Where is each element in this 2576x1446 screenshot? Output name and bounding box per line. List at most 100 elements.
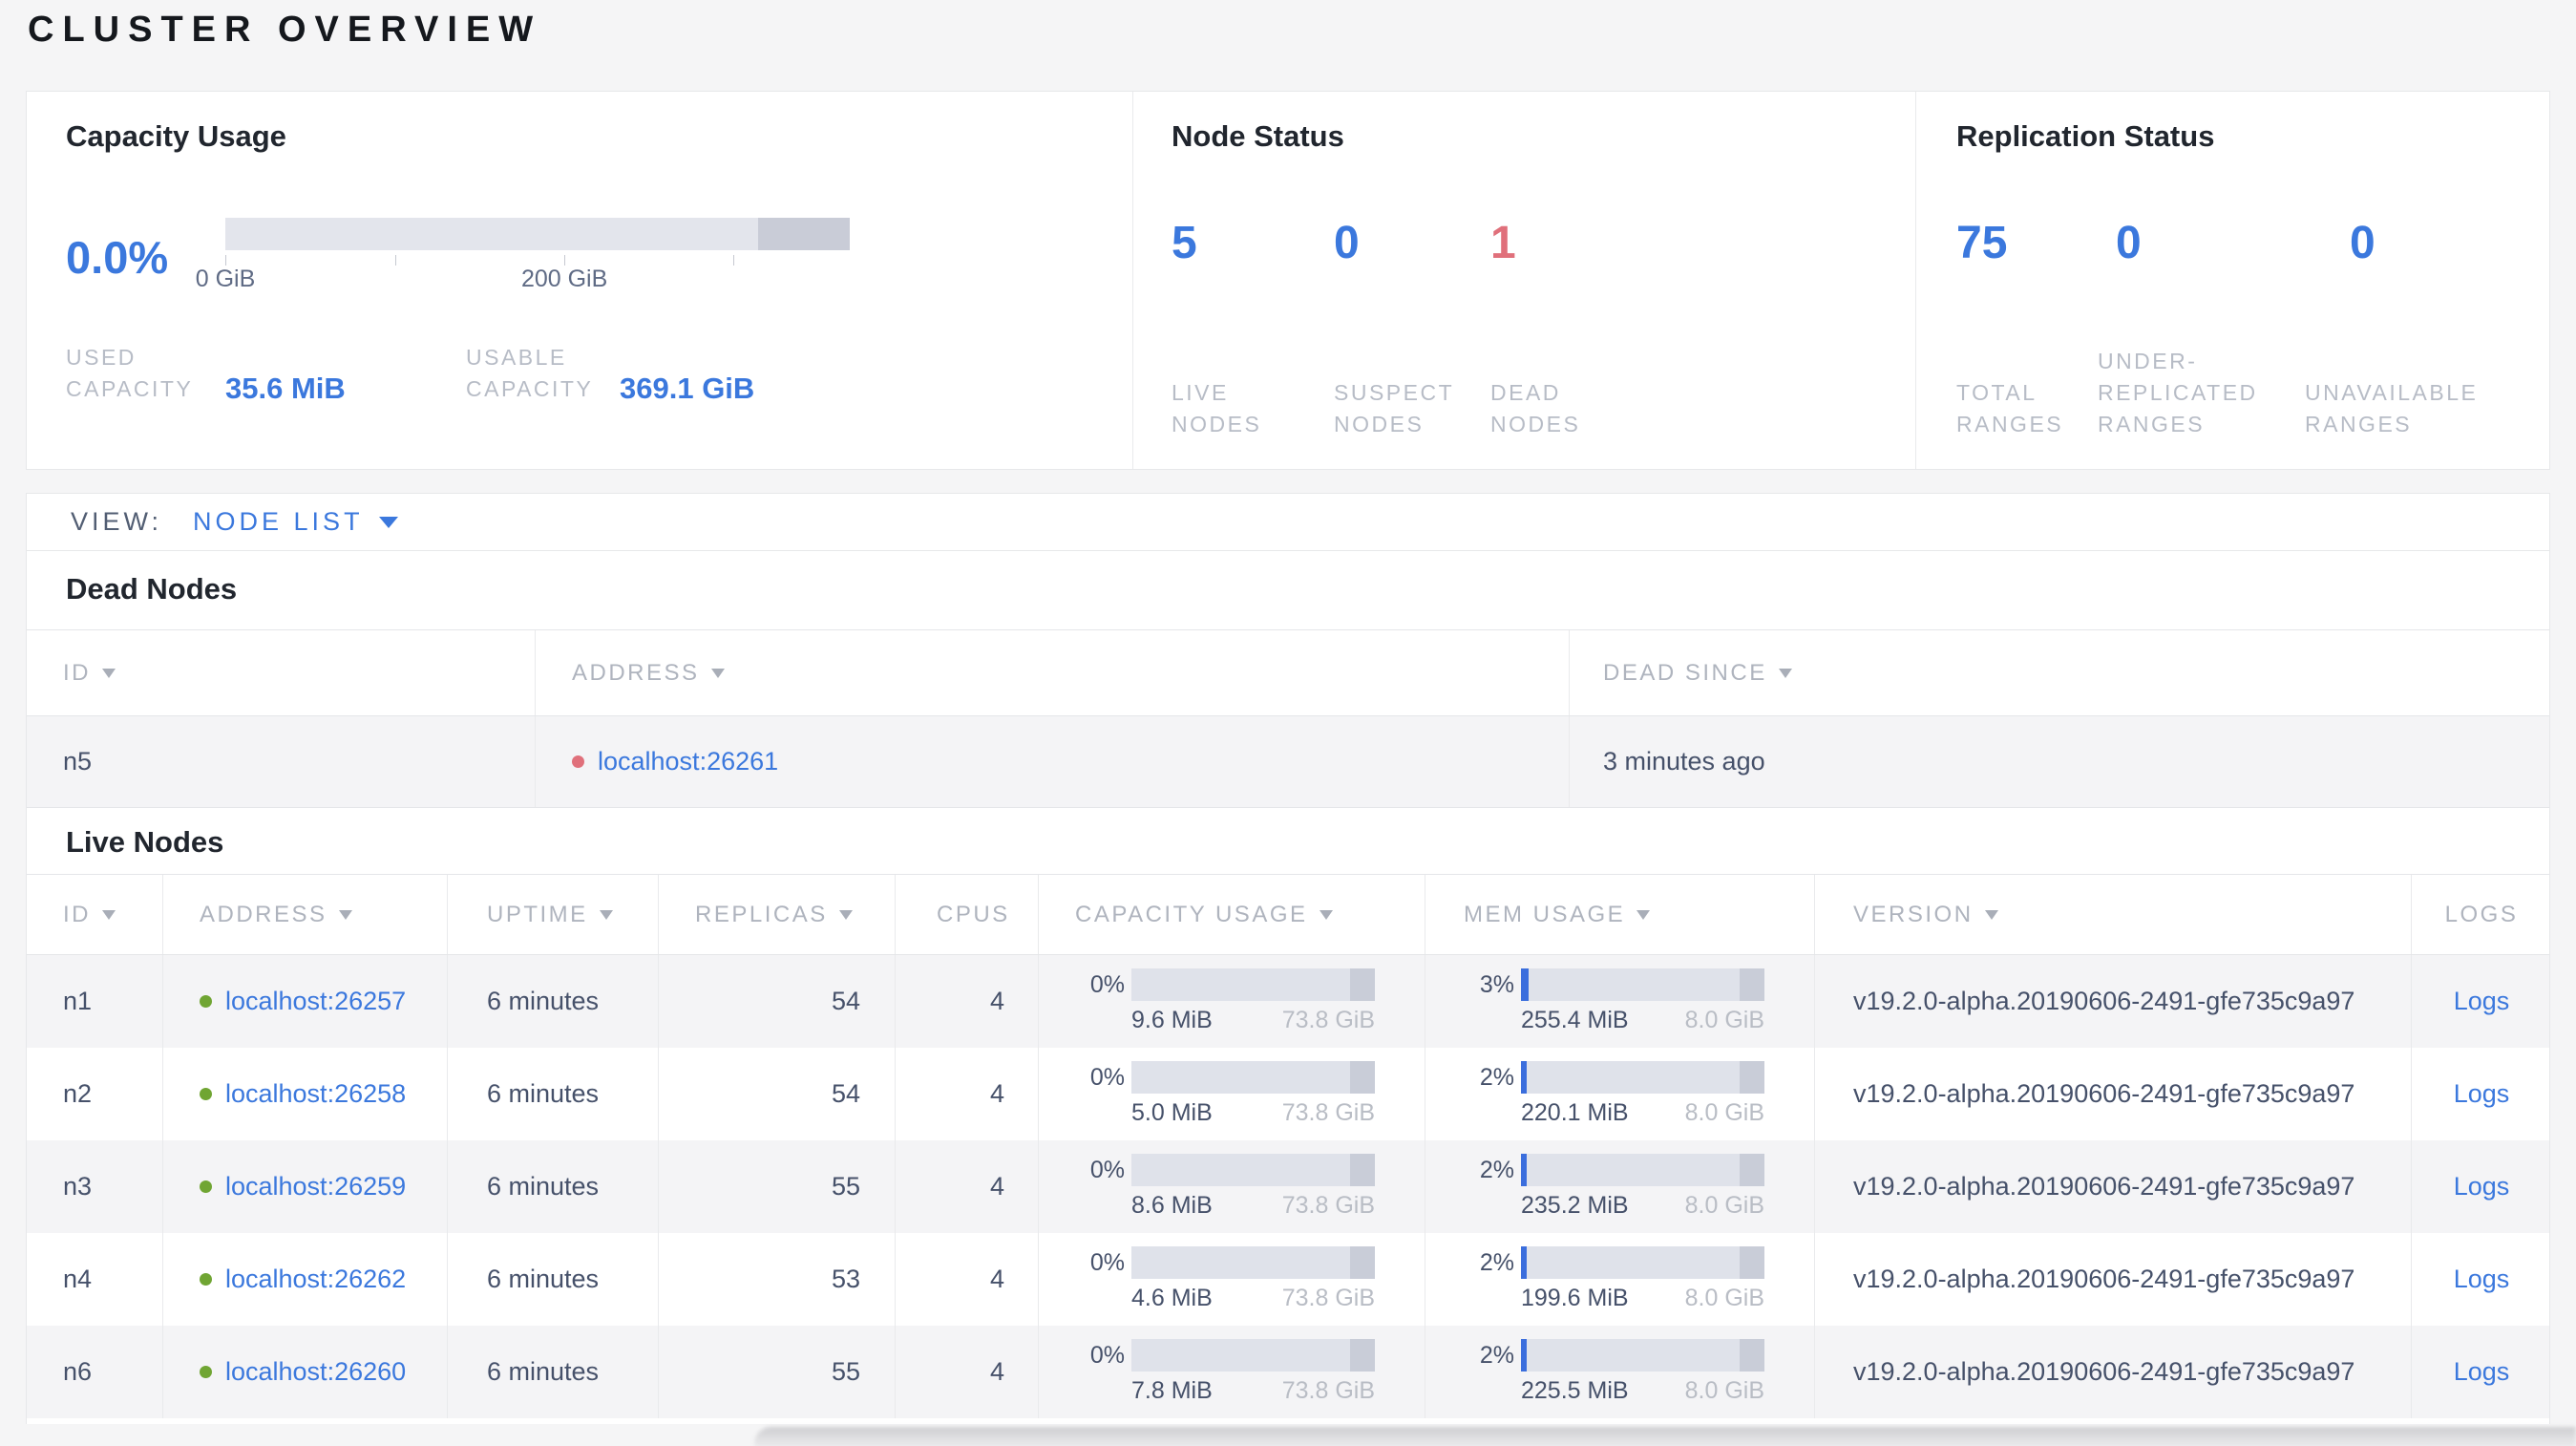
capacity-axis-ticks <box>225 250 850 266</box>
node-mem-usage: 2% 225.5 MiB 8.0 GiB <box>1425 1326 1815 1418</box>
node-uptime: 6 minutes <box>448 955 659 1048</box>
node-logs-link[interactable]: Logs <box>2454 1079 2510 1109</box>
node-mem-usage: 2% 220.1 MiB 8.0 GiB <box>1425 1048 1815 1140</box>
dead-col-dead-since[interactable]: DEAD SINCE <box>1570 630 2551 715</box>
node-id: n2 <box>27 1048 163 1140</box>
node-logs-link[interactable]: Logs <box>2454 987 2510 1016</box>
node-capacity-usage-bar-reserved-segment <box>1350 968 1375 1001</box>
live-col-capacity-usage[interactable]: CAPACITY USAGE <box>1039 875 1425 954</box>
node-address-link[interactable]: localhost:26258 <box>225 1079 406 1109</box>
summary-divider-2 <box>1915 92 1916 469</box>
node-address-cell: localhost:26257 <box>163 955 448 1048</box>
axis-tick-label: 0 GiB <box>195 266 256 292</box>
live-col-mem-usage[interactable]: MEM USAGE <box>1425 875 1815 954</box>
replication-status-title: Replication Status <box>1956 119 2215 153</box>
dead-node-address-link[interactable]: localhost:26261 <box>598 747 778 776</box>
node-mem-usage-total-value: 8.0 GiB <box>1684 1007 1764 1033</box>
dead-status-dot-icon <box>572 755 584 768</box>
dead-nodes-table-header: ID ADDRESS DEAD SINCE <box>27 629 2549 716</box>
node-capacity-usage-percent: 0% <box>1089 1156 1125 1183</box>
node-version: v19.2.0-alpha.20190606-2491-gfe735c9a97 <box>1815 1326 2412 1418</box>
capacity-stats: USED CAPACITY 35.6 MiB USABLE CAPACITY 3… <box>66 338 1116 405</box>
node-mem-usage-used-value: 235.2 MiB <box>1521 1192 1629 1219</box>
live-col-cpus[interactable]: CPUS <box>896 875 1039 954</box>
live-node-row: n3 localhost:26259 6 minutes 55 4 0% 8.6 MiB 73… <box>27 1140 2549 1233</box>
node-capacity-usage-total-value: 73.8 GiB <box>1281 1007 1375 1033</box>
node-logs-link[interactable]: Logs <box>2454 1265 2510 1294</box>
node-address-link[interactable]: localhost:26260 <box>225 1357 406 1387</box>
used-capacity-label: USED CAPACITY <box>66 345 194 401</box>
node-cpus: 4 <box>896 1048 1039 1140</box>
summary-divider-1 <box>1132 92 1133 469</box>
node-mem-usage-bar <box>1521 1154 1764 1186</box>
sort-arrow-icon <box>710 668 725 678</box>
node-mem-usage-percent: 2% <box>1479 1248 1514 1276</box>
node-mem-usage-bar <box>1521 1246 1764 1279</box>
dead-nodes-label: DEAD NODES <box>1490 380 1581 436</box>
node-capacity-usage: 0% 9.6 MiB 73.8 GiB <box>1039 955 1425 1048</box>
node-logs-cell: Logs <box>2412 955 2551 1048</box>
node-replicas: 54 <box>659 955 896 1048</box>
node-capacity-usage-bar-reserved-segment <box>1350 1154 1375 1186</box>
node-capacity-usage-used-value: 8.6 MiB <box>1131 1192 1213 1219</box>
node-capacity-usage-bar-reserved-segment <box>1350 1246 1375 1279</box>
live-nodes-label: LIVE NODES <box>1172 380 1262 436</box>
node-uptime: 6 minutes <box>448 1048 659 1140</box>
live-col-id[interactable]: ID <box>27 875 163 954</box>
node-version: v19.2.0-alpha.20190606-2491-gfe735c9a97 <box>1815 955 2412 1048</box>
node-capacity-usage-used-value: 4.6 MiB <box>1131 1285 1213 1311</box>
node-mem-usage-bar-reserved-segment <box>1740 1339 1764 1372</box>
node-cpus: 4 <box>896 1140 1039 1233</box>
axis-tick <box>733 255 735 266</box>
node-mem-usage-percent: 2% <box>1479 1063 1514 1091</box>
sort-arrow-icon <box>838 909 853 920</box>
node-mem-usage-used-value: 199.6 MiB <box>1521 1285 1629 1311</box>
usable-capacity-label: USABLE CAPACITY <box>466 345 594 401</box>
sort-arrow-icon <box>1778 668 1792 678</box>
sort-arrow-icon <box>1636 909 1651 920</box>
node-address-link[interactable]: localhost:26257 <box>225 987 406 1016</box>
view-dropdown[interactable]: NODE LIST <box>193 507 398 537</box>
node-capacity-usage-total-value: 73.8 GiB <box>1281 1377 1375 1404</box>
node-capacity-usage-total-value: 73.8 GiB <box>1281 1192 1375 1219</box>
live-status-dot-icon <box>200 1180 212 1193</box>
dead-node-id: n5 <box>27 716 536 807</box>
node-cpus: 4 <box>896 1326 1039 1418</box>
total-ranges-count: 75 <box>1956 218 2008 268</box>
live-status-dot-icon <box>200 1088 212 1100</box>
suspect-nodes-label: SUSPECT NODES <box>1334 380 1454 436</box>
node-address-link[interactable]: localhost:26262 <box>225 1265 406 1294</box>
node-capacity-usage-percent: 0% <box>1089 1063 1125 1091</box>
node-capacity-usage-bar <box>1131 1339 1375 1372</box>
node-mem-usage-bar-reserved-segment <box>1740 1246 1764 1279</box>
node-cpus: 4 <box>896 1233 1039 1326</box>
node-logs-cell: Logs <box>2412 1326 2551 1418</box>
usable-capacity-value: 369.1 GiB <box>620 372 755 405</box>
live-node-row: n4 localhost:26262 6 minutes 53 4 0% 4.6 MiB 73… <box>27 1233 2549 1326</box>
node-logs-link[interactable]: Logs <box>2454 1357 2510 1387</box>
node-address-cell: localhost:26262 <box>163 1233 448 1326</box>
dead-col-address[interactable]: ADDRESS <box>536 630 1570 715</box>
live-col-replicas[interactable]: REPLICAS <box>659 875 896 954</box>
live-col-address[interactable]: ADDRESS <box>163 875 448 954</box>
node-address-cell: localhost:26260 <box>163 1326 448 1418</box>
live-col-version[interactable]: VERSION <box>1815 875 2412 954</box>
node-mem-usage-used-value: 220.1 MiB <box>1521 1099 1629 1126</box>
node-mem-usage-total-value: 8.0 GiB <box>1684 1285 1764 1311</box>
node-id: n6 <box>27 1326 163 1418</box>
node-address-link[interactable]: localhost:26259 <box>225 1172 406 1201</box>
node-replicas: 55 <box>659 1326 896 1418</box>
used-capacity-value: 35.6 MiB <box>225 372 346 405</box>
live-col-uptime[interactable]: UPTIME <box>448 875 659 954</box>
node-capacity-usage: 0% 5.0 MiB 73.8 GiB <box>1039 1048 1425 1140</box>
under-replicated-label: UNDER-REPLICATED RANGES <box>2097 349 2258 436</box>
capacity-bar-reserved-segment <box>757 218 850 250</box>
dead-node-dead-since: 3 minutes ago <box>1603 747 1765 776</box>
node-mem-usage-total-value: 8.0 GiB <box>1684 1192 1764 1219</box>
node-logs-cell: Logs <box>2412 1048 2551 1140</box>
dead-col-id[interactable]: ID <box>27 630 536 715</box>
node-logs-link[interactable]: Logs <box>2454 1172 2510 1201</box>
bottom-shadow <box>754 1427 2576 1446</box>
live-node-row: n6 localhost:26260 6 minutes 55 4 0% 7.8 MiB 73… <box>27 1326 2549 1418</box>
node-capacity-usage-bar <box>1131 1246 1375 1279</box>
